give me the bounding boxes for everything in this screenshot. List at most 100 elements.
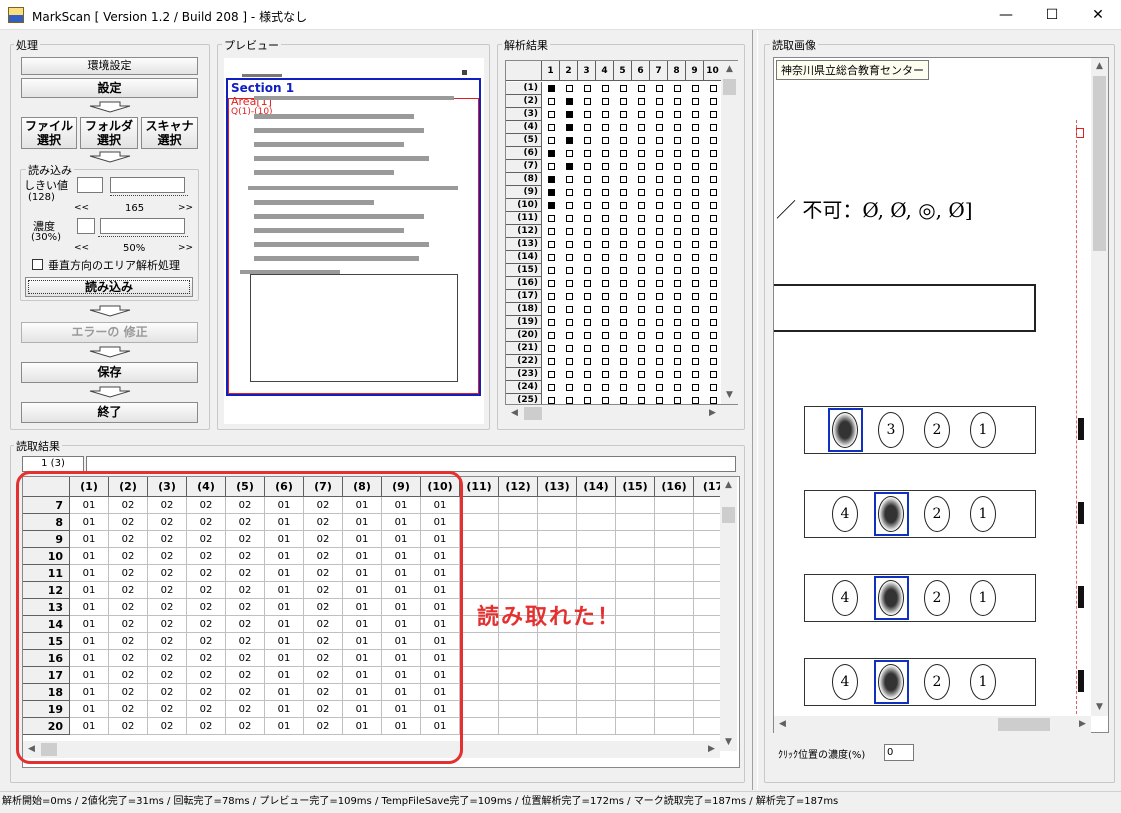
results-cell[interactable] bbox=[655, 531, 694, 548]
scroll-up-icon[interactable]: ▲ bbox=[1091, 58, 1108, 75]
results-cell[interactable] bbox=[499, 497, 538, 514]
results-cell[interactable] bbox=[538, 701, 577, 718]
scan-image-viewer[interactable]: 神奈川県立総合教育センター ／ 不可：Ø, Ø, ◎, Ø] 321421421… bbox=[773, 57, 1109, 733]
results-cell[interactable] bbox=[460, 514, 499, 531]
results-cell[interactable] bbox=[499, 514, 538, 531]
exit-button[interactable]: 終了 bbox=[21, 402, 198, 423]
results-cell[interactable] bbox=[577, 497, 616, 514]
results-cell[interactable] bbox=[655, 667, 694, 684]
results-cell[interactable] bbox=[616, 582, 655, 599]
scroll-thumb[interactable] bbox=[998, 718, 1050, 731]
scroll-left-icon[interactable]: ◀ bbox=[774, 716, 791, 733]
results-cell[interactable] bbox=[460, 667, 499, 684]
preview-page[interactable]: Section 1 Area[1] Q(1)-(10) bbox=[224, 58, 484, 424]
vertical-area-checkbox[interactable] bbox=[32, 259, 43, 270]
results-cell[interactable] bbox=[577, 548, 616, 565]
results-cell[interactable] bbox=[460, 633, 499, 650]
results-cell[interactable] bbox=[460, 531, 499, 548]
scroll-down-icon[interactable]: ▼ bbox=[720, 734, 737, 751]
results-cell[interactable] bbox=[499, 701, 538, 718]
results-cell[interactable] bbox=[577, 514, 616, 531]
analysis-vscroll[interactable]: ▲ ▼ bbox=[721, 61, 738, 404]
file-select-button[interactable]: ファイル 選択 bbox=[21, 117, 77, 149]
results-cell[interactable] bbox=[499, 633, 538, 650]
results-vscroll[interactable]: ▲ ▼ bbox=[720, 477, 737, 751]
scan-hscroll[interactable]: ◀ ▶ bbox=[774, 716, 1091, 733]
results-cell[interactable] bbox=[616, 565, 655, 582]
results-cell[interactable] bbox=[577, 531, 616, 548]
scan-vscroll[interactable]: ▲ ▼ bbox=[1091, 58, 1108, 716]
results-cell[interactable] bbox=[538, 497, 577, 514]
results-cell[interactable] bbox=[460, 497, 499, 514]
results-cell[interactable] bbox=[538, 633, 577, 650]
scroll-up-icon[interactable]: ▲ bbox=[720, 477, 737, 494]
results-cell[interactable] bbox=[655, 616, 694, 633]
scroll-thumb[interactable] bbox=[1093, 76, 1106, 251]
results-cell[interactable] bbox=[577, 684, 616, 701]
results-cell[interactable] bbox=[616, 701, 655, 718]
results-cell[interactable] bbox=[499, 548, 538, 565]
scroll-up-icon[interactable]: ▲ bbox=[721, 61, 738, 78]
results-cell[interactable] bbox=[616, 650, 655, 667]
scroll-right-icon[interactable]: ▶ bbox=[704, 405, 721, 422]
settings-button[interactable]: 設定 bbox=[21, 78, 198, 98]
results-cell[interactable] bbox=[616, 667, 655, 684]
results-cell[interactable] bbox=[655, 548, 694, 565]
threshold-track[interactable] bbox=[110, 177, 185, 193]
density-input[interactable] bbox=[77, 218, 95, 234]
scroll-thumb[interactable] bbox=[723, 79, 736, 95]
env-settings-button[interactable]: 環境設定 bbox=[21, 57, 198, 75]
results-cell[interactable] bbox=[538, 514, 577, 531]
results-cell[interactable] bbox=[499, 718, 538, 735]
folder-select-button[interactable]: フォルダ 選択 bbox=[80, 117, 138, 149]
results-cell[interactable] bbox=[460, 548, 499, 565]
analysis-grid[interactable]: 1 2 3 4 5 6 7 8 9 10 (1) (2) (3) (4) (5) (6) (7) (8) (9) (1… bbox=[505, 60, 738, 405]
results-cell[interactable] bbox=[499, 565, 538, 582]
results-cell[interactable] bbox=[460, 565, 499, 582]
results-cell[interactable] bbox=[655, 514, 694, 531]
results-cell[interactable] bbox=[577, 650, 616, 667]
results-cell[interactable] bbox=[655, 718, 694, 735]
cell-value-field[interactable] bbox=[86, 456, 736, 472]
close-button[interactable]: ✕ bbox=[1075, 0, 1121, 30]
results-cell[interactable] bbox=[616, 497, 655, 514]
results-cell[interactable] bbox=[616, 718, 655, 735]
results-cell[interactable] bbox=[616, 684, 655, 701]
threshold-input[interactable] bbox=[77, 177, 103, 193]
density-scroll-right[interactable]: >> bbox=[178, 243, 193, 253]
results-cell[interactable] bbox=[655, 633, 694, 650]
scroll-right-icon[interactable]: ▶ bbox=[1074, 716, 1091, 733]
results-cell[interactable] bbox=[655, 701, 694, 718]
results-cell[interactable] bbox=[538, 667, 577, 684]
results-cell[interactable] bbox=[655, 684, 694, 701]
results-cell[interactable] bbox=[616, 531, 655, 548]
scroll-thumb[interactable] bbox=[722, 507, 735, 523]
scroll-down-icon[interactable]: ▼ bbox=[1091, 699, 1108, 716]
density-scroll-left[interactable]: << bbox=[74, 243, 89, 253]
results-cell[interactable] bbox=[577, 667, 616, 684]
results-cell[interactable] bbox=[538, 718, 577, 735]
results-cell[interactable] bbox=[577, 582, 616, 599]
results-cell[interactable] bbox=[538, 650, 577, 667]
scroll-left-icon[interactable]: ◀ bbox=[506, 405, 523, 422]
sheet-selector[interactable]: 1 (3) bbox=[22, 456, 84, 472]
results-cell[interactable] bbox=[655, 565, 694, 582]
results-cell[interactable] bbox=[655, 582, 694, 599]
results-cell[interactable] bbox=[538, 531, 577, 548]
results-cell[interactable] bbox=[577, 565, 616, 582]
results-cell[interactable] bbox=[460, 718, 499, 735]
minimize-button[interactable]: — bbox=[983, 0, 1029, 30]
analysis-hscroll[interactable]: ◀ ▶ bbox=[506, 405, 721, 422]
results-cell[interactable] bbox=[616, 616, 655, 633]
results-cell[interactable] bbox=[499, 582, 538, 599]
fix-errors-button[interactable]: エラーの 修正 bbox=[21, 322, 198, 343]
load-button[interactable]: 読み込み bbox=[25, 277, 193, 297]
results-cell[interactable] bbox=[655, 599, 694, 616]
results-cell[interactable] bbox=[655, 497, 694, 514]
results-cell[interactable] bbox=[616, 599, 655, 616]
scroll-down-icon[interactable]: ▼ bbox=[721, 387, 738, 404]
results-cell[interactable] bbox=[577, 701, 616, 718]
results-cell[interactable] bbox=[538, 684, 577, 701]
scroll-right-icon[interactable]: ▶ bbox=[703, 741, 720, 758]
results-cell[interactable] bbox=[577, 718, 616, 735]
